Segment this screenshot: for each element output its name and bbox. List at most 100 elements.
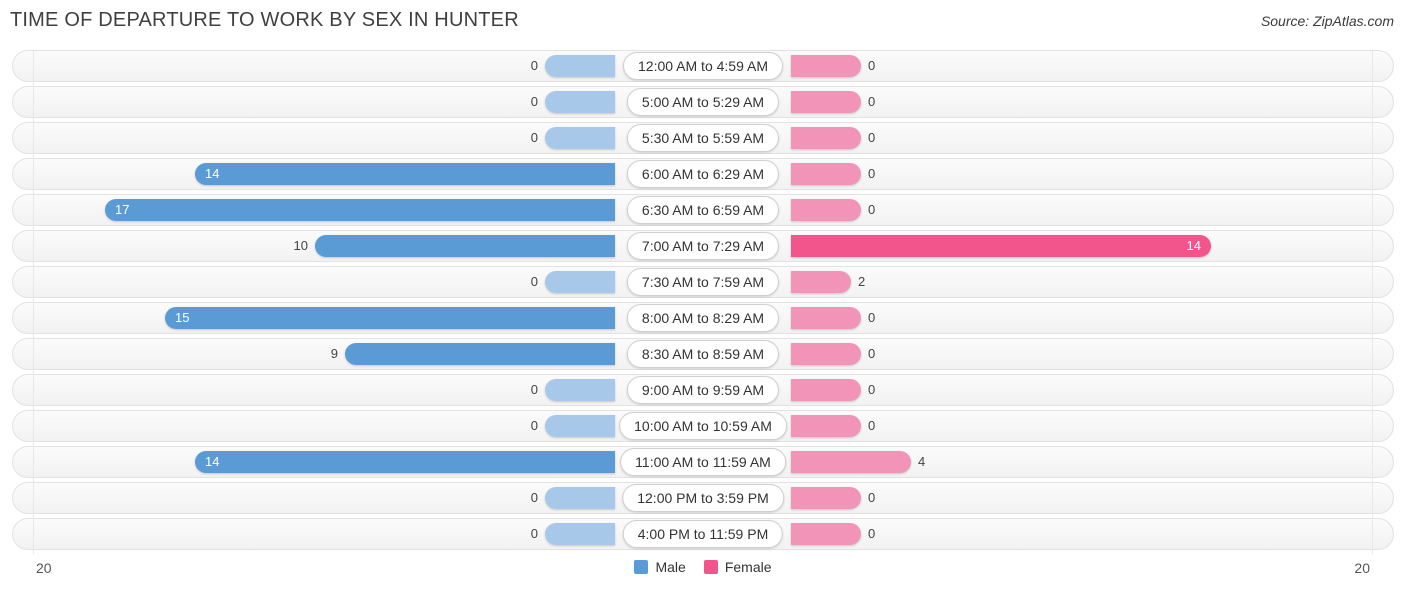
bar-female[interactable]: 0 [791, 523, 875, 545]
chart-row: 0 2 7:30 AM to 7:59 AM [0, 266, 1406, 302]
bar-value-female: 0 [868, 490, 876, 505]
bar-female[interactable]: 0 [791, 127, 875, 149]
bar-value-female: 0 [868, 166, 876, 181]
bar-male[interactable]: 15 [165, 307, 615, 329]
bar-value-female: 0 [868, 94, 876, 109]
category-label: 12:00 AM to 4:59 AM [638, 58, 768, 74]
legend-swatch-female [703, 560, 718, 574]
gridline-right [1372, 338, 1373, 374]
category-label: 7:00 AM to 7:29 AM [641, 238, 765, 254]
bar-female[interactable]: 0 [791, 199, 875, 221]
bar-female[interactable]: 0 [791, 55, 875, 77]
bar-value-male: 15 [175, 310, 190, 325]
bar-male[interactable]: 0 [531, 55, 615, 77]
bar-value-male: 0 [530, 58, 538, 73]
gridline-left [33, 410, 34, 446]
bar-value-male: 17 [115, 202, 130, 217]
gridline-right [1372, 50, 1373, 86]
gridline-left [33, 158, 34, 194]
bar-male[interactable]: 17 [105, 199, 615, 221]
category-label: 6:30 AM to 6:59 AM [641, 202, 765, 218]
bar-female[interactable]: 4 [791, 451, 925, 473]
bar-value-male: 0 [530, 382, 538, 397]
category-label: 7:30 AM to 7:59 AM [641, 274, 765, 290]
bar-value-female: 4 [918, 454, 926, 469]
chart-row: 0 0 9:00 AM to 9:59 AM [0, 374, 1406, 410]
legend-label: Male [655, 559, 686, 575]
bar-male[interactable]: 14 [195, 163, 615, 185]
bar-value-male: 14 [205, 166, 220, 181]
bar-female[interactable]: 0 [791, 91, 875, 113]
category-label-pill: 12:00 AM to 4:59 AM [623, 52, 783, 80]
gridline-right [1372, 158, 1373, 194]
gridline-right [1372, 302, 1373, 338]
category-label-pill: 8:00 AM to 8:29 AM [626, 304, 780, 332]
category-label: 8:30 AM to 8:59 AM [641, 346, 765, 362]
category-label-pill: 11:00 AM to 11:59 AM [620, 448, 786, 476]
category-label: 10:00 AM to 10:59 AM [634, 418, 772, 434]
bar-male[interactable]: 0 [531, 271, 615, 293]
bar-male[interactable]: 0 [531, 523, 615, 545]
bar-female[interactable]: 0 [791, 379, 875, 401]
chart-row: 0 0 10:00 AM to 10:59 AM [0, 410, 1406, 446]
chart-row: 0 0 5:00 AM to 5:29 AM [0, 86, 1406, 122]
bar-female[interactable]: 0 [791, 343, 875, 365]
chart-row: 0 0 5:30 AM to 5:59 AM [0, 122, 1406, 158]
gridline-right [1372, 518, 1373, 554]
category-label-pill: 12:00 PM to 3:59 PM [622, 484, 784, 512]
category-label-pill: 8:30 AM to 8:59 AM [626, 340, 780, 368]
chart-plot-area: 0 0 12:00 AM to 4:59 AM 0 0 5:00 AM to 5:29 A… [0, 50, 1406, 555]
legend-item[interactable]: Male [634, 559, 686, 575]
category-label-pill: 5:30 AM to 5:59 AM [626, 124, 780, 152]
chart-row: 10 14 7:00 AM to 7:29 AM [0, 230, 1406, 266]
bar-male[interactable]: 0 [531, 91, 615, 113]
bar-value-male: 9 [330, 346, 338, 361]
bar-male[interactable]: 0 [531, 127, 615, 149]
chart-row: 14 4 11:00 AM to 11:59 AM [0, 446, 1406, 482]
bar-male[interactable]: 0 [531, 487, 615, 509]
bar-value-female: 14 [1186, 238, 1201, 253]
gridline-right [1372, 230, 1373, 266]
gridline-right [1372, 410, 1373, 446]
bar-female[interactable]: 0 [791, 487, 875, 509]
chart-row: 9 0 8:30 AM to 8:59 AM [0, 338, 1406, 374]
category-label: 9:00 AM to 9:59 AM [641, 382, 765, 398]
chart-row: 0 0 4:00 PM to 11:59 PM [0, 518, 1406, 554]
bar-value-female: 2 [858, 274, 866, 289]
gridline-right [1372, 86, 1373, 122]
gridline-right [1372, 482, 1373, 518]
bar-female[interactable]: 0 [791, 415, 875, 437]
bar-value-male: 0 [530, 274, 538, 289]
category-label: 11:00 AM to 11:59 AM [635, 454, 771, 470]
gridline-left [33, 482, 34, 518]
gridline-left [33, 266, 34, 302]
bar-male[interactable]: 0 [531, 415, 615, 437]
category-label-pill: 5:00 AM to 5:29 AM [626, 88, 780, 116]
bar-value-male: 0 [530, 490, 538, 505]
bar-male[interactable]: 0 [531, 379, 615, 401]
gridline-left [33, 374, 34, 410]
bar-female[interactable]: 2 [791, 271, 865, 293]
bar-value-male: 14 [205, 454, 220, 469]
gridline-left [33, 230, 34, 266]
bar-female[interactable]: 0 [791, 163, 875, 185]
category-label-pill: 6:00 AM to 6:29 AM [626, 160, 780, 188]
chart-row: 0 0 12:00 PM to 3:59 PM [0, 482, 1406, 518]
gridline-right [1372, 374, 1373, 410]
bar-value-female: 0 [868, 526, 876, 541]
bar-female[interactable]: 14 [791, 235, 1211, 257]
gridline-right [1372, 446, 1373, 482]
page-title: TIME OF DEPARTURE TO WORK BY SEX IN HUNT… [10, 9, 519, 31]
bar-male[interactable]: 14 [195, 451, 615, 473]
gridline-left [33, 338, 34, 374]
legend-item[interactable]: Female [703, 559, 772, 575]
gridline-left [33, 518, 34, 554]
bar-male[interactable]: 10 [294, 235, 615, 257]
category-label-pill: 10:00 AM to 10:59 AM [619, 412, 787, 440]
bar-male[interactable]: 9 [331, 343, 615, 365]
gridline-right [1372, 266, 1373, 302]
chart-header: TIME OF DEPARTURE TO WORK BY SEX IN HUNT… [0, 0, 1406, 42]
category-label-pill: 6:30 AM to 6:59 AM [626, 196, 780, 224]
category-label-pill: 4:00 PM to 11:59 PM [622, 520, 784, 548]
bar-female[interactable]: 0 [791, 307, 875, 329]
